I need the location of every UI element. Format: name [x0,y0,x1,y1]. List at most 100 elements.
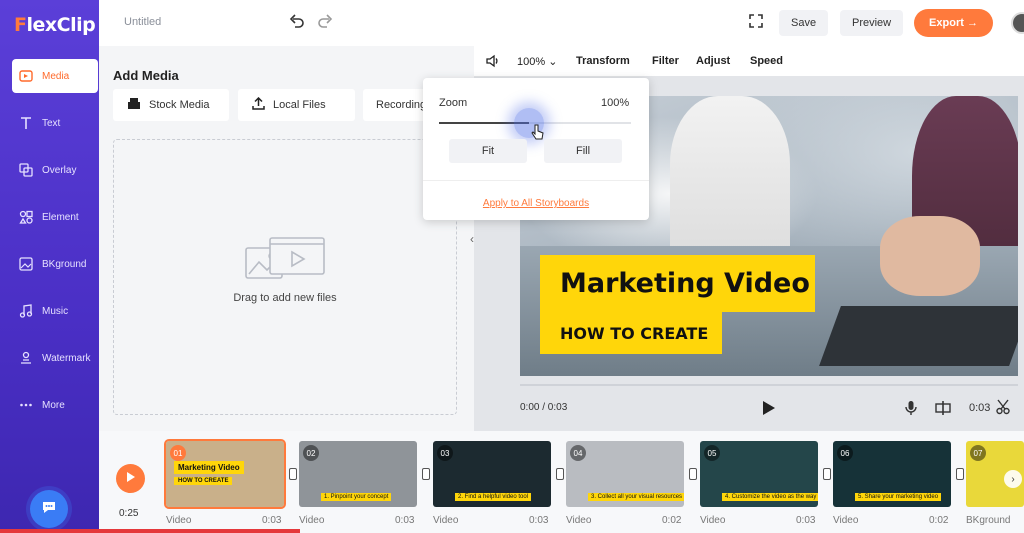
save-button[interactable]: Save [779,10,829,36]
project-title[interactable]: Untitled [124,16,161,28]
transition-icon[interactable] [956,468,964,480]
sidebar-item-label: Music [42,305,69,317]
watermark-icon [18,350,34,366]
stock-media-tab[interactable]: Stock Media [113,89,229,121]
clip-number: 05 [704,445,720,461]
sidebar-item-label: BKground [42,258,87,270]
sidebar: FlexClip Media Text Overlay Element BKgr… [0,0,99,533]
clip-number: 06 [837,445,853,461]
chat-support-button[interactable] [30,490,68,528]
background-icon [18,256,34,272]
fullscreen-icon[interactable] [749,14,763,33]
recording-tab[interactable]: Recording [363,89,427,121]
sidebar-item-media[interactable]: Media [12,59,98,93]
clip-caption: 4. Customize the video as the way you wa… [722,493,818,501]
storyboard-clip[interactable]: 06 5. Share your marketing video [833,441,951,507]
fill-button[interactable]: Fill [544,139,622,163]
storyboard-clip[interactable]: 01 Marketing Video HOW TO CREATE [164,439,286,509]
transition-icon[interactable] [289,468,297,480]
adjust-button[interactable]: Adjust [696,55,730,67]
redo-icon[interactable] [317,13,333,34]
avatar[interactable] [1011,12,1024,34]
speed-button[interactable]: Speed [750,55,783,67]
fit-button[interactable]: Fit [449,139,527,163]
clip-type-label: Video [833,515,859,526]
storyboard-clip[interactable]: 02 1. Pinpoint your concept [299,441,417,507]
video-hands [880,216,980,296]
scroll-right-icon[interactable]: › [1004,470,1022,488]
clip-number: 02 [303,445,319,461]
flexclip-logo[interactable]: FlexClip [14,14,96,36]
storyboard-clip[interactable]: 04 3. Collect all your visual resources [566,441,684,507]
sidebar-item-text[interactable]: Text [0,103,99,143]
apply-all-storyboards-link[interactable]: Apply to All Storyboards [423,198,649,209]
playback-progress[interactable] [520,384,1018,386]
sidebar-item-bkground[interactable]: BKground [0,244,99,284]
sidebar-item-music[interactable]: Music [0,291,99,331]
zoom-percentage: 100% [601,97,630,109]
clip-number: 01 [170,445,186,461]
export-button[interactable]: Export → [914,9,993,37]
music-icon [18,303,34,319]
clip-caption: 1. Pinpoint your concept [321,493,392,501]
transition-icon[interactable] [823,468,831,480]
volume-icon[interactable] [486,54,500,71]
chat-icon [40,498,58,521]
clip-title-text: Marketing Video [174,461,244,474]
transition-icon[interactable] [422,468,430,480]
video-progress-bar [0,529,300,533]
media-icon [18,68,34,84]
top-bar: Untitled Save Preview Export → [99,0,1024,46]
zoom-value: 100% [517,56,546,68]
sidebar-item-label: More [42,399,65,411]
sidebar-item-more[interactable]: More [0,385,99,425]
video-figure [670,96,790,266]
sidebar-item-watermark[interactable]: Watermark [0,338,99,378]
logo-mark: F [14,14,27,36]
text-icon [18,115,34,131]
media-panel: Add Media Stock Media Local Files Record… [99,46,474,431]
clip-subtitle-text: HOW TO CREATE [174,477,233,485]
clip-duration-label: 0:03 [529,515,549,526]
media-files-icon [244,236,326,285]
divider [423,180,649,181]
timeline-time: 0:25 [119,508,139,519]
clip-type-label: Video [566,515,592,526]
sidebar-item-overlay[interactable]: Overlay [0,150,99,190]
clip-number: 04 [570,445,586,461]
clip-duration: 0:03 [969,402,991,414]
preview-button[interactable]: Preview [840,10,904,36]
tab-label: Local Files [273,99,326,111]
mouse-cursor-icon [531,124,545,147]
video-laptop [819,306,1018,366]
sidebar-item-label: Watermark [42,352,91,364]
play-icon[interactable] [762,400,776,421]
split-icon[interactable] [935,400,951,421]
transform-button[interactable]: Transform [576,55,630,67]
local-files-tab[interactable]: Local Files [238,89,355,121]
scissors-icon[interactable] [996,399,1010,420]
storyboard-clip[interactable]: 05 4. Customize the video as the way you … [700,441,818,507]
panel-title: Add Media [113,68,179,83]
clip-caption: 2. Find a helpful video tool [455,493,532,501]
tab-label: Recording [376,99,427,111]
playback-time: 0:00 / 0:03 [520,402,568,413]
undo-icon[interactable] [289,13,305,34]
clip-duration-label: 0:02 [929,515,949,526]
clip-duration-label: 0:03 [395,515,415,526]
file-drop-zone[interactable]: Drag to add new files [113,139,457,415]
transition-icon[interactable] [556,468,564,480]
sidebar-item-element[interactable]: Element [0,197,99,237]
stock-media-icon [127,97,141,113]
clip-type-label: Video [700,515,726,526]
sidebar-item-label: Media [42,70,70,82]
storyboard-clip[interactable]: 03 2. Find a helpful video tool [433,441,551,507]
chevron-down-icon: ⌄ [548,56,558,68]
clip-caption: 5. Share your marketing video [855,493,942,501]
microphone-icon[interactable] [905,400,917,421]
filter-button[interactable]: Filter [652,55,679,67]
zoom-dropdown[interactable]: 100% ⌄ [517,55,557,68]
sidebar-item-label: Element [42,211,79,223]
timeline-play-button[interactable] [116,464,145,493]
transition-icon[interactable] [689,468,697,480]
